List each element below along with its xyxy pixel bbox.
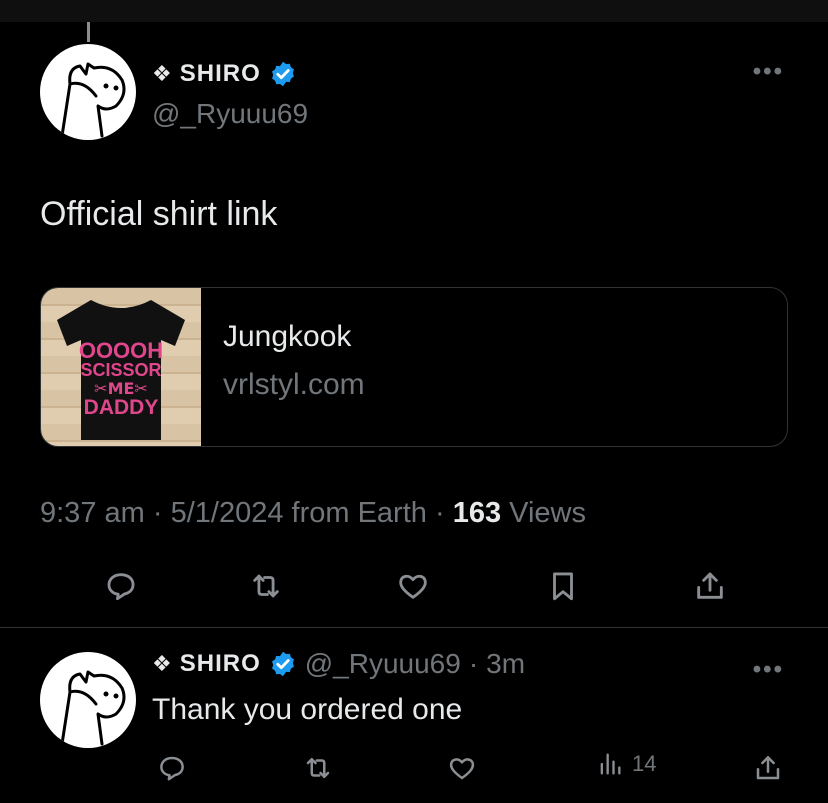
shirt-image: OOOOH SCISSOR ✂ME✂ DADDY <box>57 300 185 440</box>
card-domain: vrlstyl.com <box>223 368 365 401</box>
verified-badge-icon[interactable] <box>269 60 297 88</box>
reply-views-count: 14 <box>632 751 657 776</box>
reply-views[interactable]: 14 <box>596 750 656 778</box>
tweet-source: from Earth <box>291 497 427 529</box>
reply-icon[interactable] <box>152 748 192 788</box>
shirt-line-2: SCISSOR <box>80 360 161 380</box>
views-count: 163 <box>452 497 502 529</box>
link-card[interactable]: OOOOH SCISSOR ✂ME✂ DADDY Jungkook vrlsty… <box>40 287 788 447</box>
tweet-text: Official shirt link <box>40 195 278 233</box>
avatar[interactable] <box>40 44 136 140</box>
card-thumbnail: OOOOH SCISSOR ✂ME✂ DADDY <box>41 288 201 446</box>
like-icon[interactable] <box>393 566 433 606</box>
verified-badge-icon[interactable] <box>269 650 297 678</box>
reply-text: Thank you ordered one <box>152 693 463 726</box>
separator-dot: · <box>468 648 479 679</box>
views-label: Views <box>509 497 586 529</box>
like-icon[interactable] <box>442 748 482 788</box>
tweet-meta: 9:37 am · 5/1/2024 from Earth · 163 View… <box>40 497 586 529</box>
reply-handle[interactable]: @_Ryuuu69 <box>305 648 461 680</box>
sparkle-icon: ❖ <box>152 61 172 87</box>
views-icon <box>600 753 621 775</box>
retweet-icon[interactable] <box>298 748 338 788</box>
reply-actions: 14 <box>0 748 828 784</box>
reply-display-name[interactable]: SHIRO <box>180 650 261 678</box>
more-options-icon[interactable]: ••• <box>753 58 784 86</box>
divider <box>0 627 828 628</box>
author-handle[interactable]: @_Ryuuu69 <box>152 98 308 130</box>
retweet-icon[interactable] <box>246 566 286 606</box>
reply-author-row: ❖ SHIRO @_Ryuuu69 · 3m <box>152 648 525 680</box>
avatar-drawing-icon <box>60 62 126 138</box>
reply-avatar[interactable] <box>40 652 136 748</box>
tweet-time[interactable]: 9:37 am <box>40 497 145 529</box>
tweet-actions <box>0 566 828 606</box>
top-bar <box>0 0 828 22</box>
card-title[interactable]: Jungkook <box>223 320 365 354</box>
bookmark-icon[interactable] <box>543 566 583 606</box>
author-display-name[interactable]: SHIRO <box>180 60 261 88</box>
author-row: ❖ SHIRO <box>152 60 297 88</box>
thread-line <box>87 22 90 42</box>
reply-icon[interactable] <box>101 566 141 606</box>
share-icon[interactable] <box>748 748 788 788</box>
share-icon[interactable] <box>690 566 730 606</box>
sparkle-icon: ❖ <box>152 651 172 677</box>
tweet-date[interactable]: 5/1/2024 <box>171 497 284 529</box>
more-options-icon[interactable]: ••• <box>753 656 784 684</box>
avatar-drawing-icon <box>60 670 126 746</box>
shirt-line-4: DADDY <box>84 396 159 419</box>
reply-time[interactable]: 3m <box>486 648 525 680</box>
